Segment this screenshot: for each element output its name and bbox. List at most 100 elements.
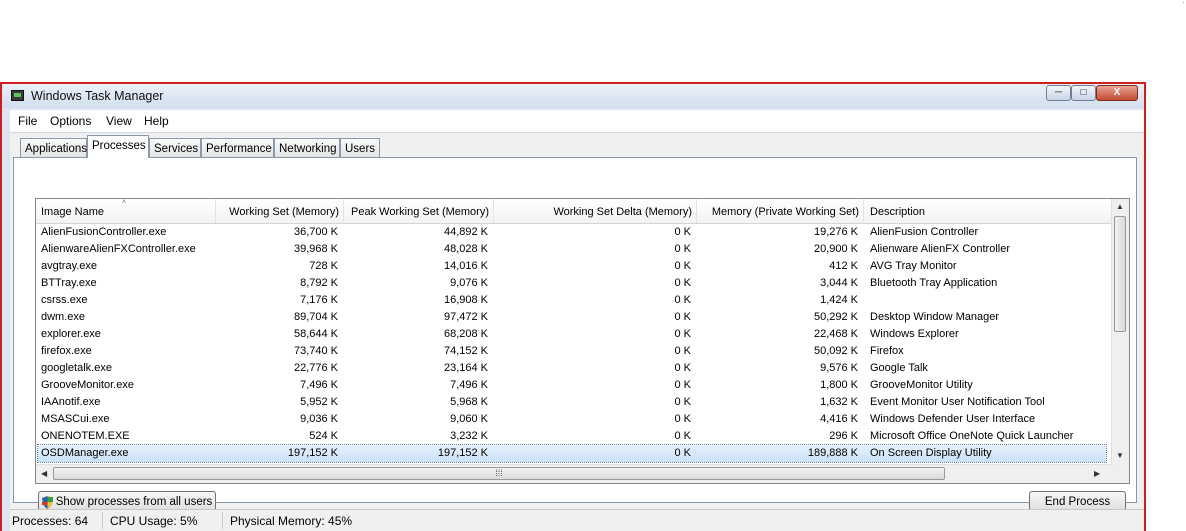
menu-view[interactable]: View xyxy=(106,114,132,128)
cell-private-working-set: 189,888 K xyxy=(807,447,858,459)
cell-private-working-set: 20,900 K xyxy=(813,243,858,255)
cell-working-set-delta: 0 K xyxy=(674,362,691,374)
cell-private-working-set: 1,424 K xyxy=(820,294,858,306)
maximize-button[interactable]: □ xyxy=(1071,85,1096,101)
cell-working-set: 8,792 K xyxy=(300,277,338,289)
cell-peak-working-set: 97,472 K xyxy=(443,311,488,323)
column-private-working-set[interactable]: Memory (Private Working Set) xyxy=(697,199,864,223)
task-manager-window: Windows Task Manager ─ □ X File Options … xyxy=(0,82,1146,531)
scroll-corner xyxy=(1112,465,1129,483)
cell-peak-working-set: 16,908 K xyxy=(443,294,488,306)
cell-private-working-set: 50,092 K xyxy=(813,345,858,357)
minimize-button[interactable]: ─ xyxy=(1046,85,1071,101)
process-row[interactable]: GrooveMonitor.exe 7,496 K 7,496 K 0 K 1,800 … xyxy=(36,377,1107,394)
tab-processes[interactable]: Processes xyxy=(87,135,149,158)
cell-working-set-delta: 0 K xyxy=(674,413,691,425)
window-controls: ─ □ X xyxy=(1046,85,1138,101)
cell-working-set-delta: 0 K xyxy=(674,243,691,255)
menu-help[interactable]: Help xyxy=(144,114,169,128)
cell-description: Microsoft Office OneNote Quick Launcher xyxy=(870,430,1074,442)
scroll-left-icon[interactable]: ◀ xyxy=(41,469,47,478)
cell-working-set: 7,496 K xyxy=(300,379,338,391)
process-row[interactable]: dwm.exe 89,704 K 97,472 K 0 K 50,292 K Deskto… xyxy=(36,309,1107,326)
tab-performance[interactable]: Performance xyxy=(201,138,274,157)
scroll-down-icon[interactable]: ▼ xyxy=(1116,451,1124,460)
cell-working-set: 36,700 K xyxy=(293,226,338,238)
horizontal-scrollbar[interactable]: ◀ ⁞⁞⁞ ▶ xyxy=(36,464,1113,483)
cell-working-set: 73,740 K xyxy=(293,345,338,357)
cell-working-set: 5,952 K xyxy=(300,396,338,408)
tab-services[interactable]: Services xyxy=(149,138,201,157)
process-row[interactable]: ONENOTEM.EXE 524 K 3,232 K 0 K 296 K Microsof… xyxy=(36,428,1107,445)
column-working-set[interactable]: Working Set (Memory) xyxy=(216,199,344,223)
cell-peak-working-set: 3,232 K xyxy=(450,430,488,442)
cell-image-name: MSASCui.exe xyxy=(41,413,110,425)
process-row[interactable]: MSASCui.exe 9,036 K 9,060 K 0 K 4,416 K Windo… xyxy=(36,411,1107,428)
vertical-scroll-thumb[interactable] xyxy=(1114,216,1126,332)
tab-networking[interactable]: Networking xyxy=(274,138,340,157)
cell-description: Windows Explorer xyxy=(870,328,959,340)
cell-description: Alienware AlienFX Controller xyxy=(870,243,1011,255)
process-row[interactable]: OSDManager.exe 197,152 K 197,152 K 0 K 189,8… xyxy=(37,444,1107,463)
column-image-name[interactable]: Image Name ˄ xyxy=(36,199,216,223)
column-working-set-delta[interactable]: Working Set Delta (Memory) xyxy=(494,199,697,223)
status-processes: Processes: 64 xyxy=(12,514,89,528)
menu-file[interactable]: File xyxy=(18,114,37,128)
cell-peak-working-set: 9,060 K xyxy=(450,413,488,425)
cell-description: Windows Defender User Interface xyxy=(870,413,1036,425)
vertical-scrollbar[interactable]: ▲ ▼ xyxy=(1111,199,1129,465)
cell-peak-working-set: 23,164 K xyxy=(443,362,488,374)
cell-peak-working-set: 44,892 K xyxy=(443,226,488,238)
cell-working-set-delta: 0 K xyxy=(674,430,691,442)
process-list[interactable]: Image Name ˄ Working Set (Memory) Peak W… xyxy=(35,198,1130,484)
cell-working-set-delta: 0 K xyxy=(674,260,691,272)
close-button[interactable]: X xyxy=(1096,85,1138,101)
process-row[interactable]: firefox.exe 73,740 K 74,152 K 0 K 50,092 K Fi… xyxy=(36,343,1107,360)
tab-users[interactable]: Users xyxy=(340,138,380,157)
cell-image-name: googletalk.exe xyxy=(41,362,112,374)
process-row[interactable]: csrss.exe 7,176 K 16,908 K 0 K 1,424 K xyxy=(36,292,1107,309)
cell-image-name: avgtray.exe xyxy=(41,260,98,272)
cell-private-working-set: 50,292 K xyxy=(813,311,858,323)
column-description[interactable]: Description xyxy=(864,199,1113,223)
cell-private-working-set: 1,800 K xyxy=(820,379,858,391)
process-row[interactable]: BTTray.exe 8,792 K 9,076 K 0 K 3,044 K Blueto… xyxy=(36,275,1107,292)
cell-private-working-set: 9,576 K xyxy=(820,362,858,374)
cell-image-name: explorer.exe xyxy=(41,328,101,340)
cell-peak-working-set: 14,016 K xyxy=(443,260,488,272)
cell-peak-working-set: 68,208 K xyxy=(443,328,488,340)
main-area: Applications Processes Services Performa… xyxy=(10,133,1144,531)
cell-working-set: 58,644 K xyxy=(293,328,338,340)
cell-image-name: IAAnotif.exe xyxy=(41,396,101,408)
cell-peak-working-set: 197,152 K xyxy=(437,447,488,459)
process-row[interactable]: IAAnotif.exe 5,952 K 5,968 K 0 K 1,632 K Even… xyxy=(36,394,1107,411)
cell-description: On Screen Display Utility xyxy=(870,447,992,459)
menu-bar: File Options View Help xyxy=(10,110,1144,133)
task-manager-icon xyxy=(11,90,24,101)
process-row[interactable]: explorer.exe 58,644 K 68,208 K 0 K 22,468 K W… xyxy=(36,326,1107,343)
title-bar[interactable]: Windows Task Manager ─ □ X xyxy=(2,84,1144,108)
cell-image-name: AlienFusionController.exe xyxy=(41,226,167,238)
scroll-right-icon[interactable]: ▶ xyxy=(1094,469,1100,478)
window-title: Windows Task Manager xyxy=(31,89,164,103)
status-cpu-usage: CPU Usage: 5% xyxy=(110,514,198,528)
tab-applications[interactable]: Applications xyxy=(20,138,87,157)
cell-description: GrooveMonitor Utility xyxy=(870,379,973,391)
cell-image-name: OSDManager.exe xyxy=(41,447,129,459)
scroll-up-icon[interactable]: ▲ xyxy=(1116,202,1124,211)
process-row[interactable]: AlienwareAlienFXController.exe 39,968 K 48… xyxy=(36,241,1107,258)
process-row[interactable]: AlienFusionController.exe 36,700 K 44,892 … xyxy=(36,224,1107,241)
status-divider xyxy=(102,512,103,529)
cell-working-set: 524 K xyxy=(309,430,338,442)
cell-working-set-delta: 0 K xyxy=(674,447,691,459)
process-row[interactable]: googletalk.exe 22,776 K 23,164 K 0 K 9,576 K… xyxy=(36,360,1107,377)
cell-private-working-set: 4,416 K xyxy=(820,413,858,425)
cell-private-working-set: 19,276 K xyxy=(813,226,858,238)
cell-peak-working-set: 9,076 K xyxy=(450,277,488,289)
column-peak-working-set[interactable]: Peak Working Set (Memory) xyxy=(344,199,494,223)
menu-options[interactable]: Options xyxy=(50,114,91,128)
horizontal-scroll-thumb[interactable]: ⁞⁞⁞ xyxy=(53,467,945,480)
process-row[interactable]: avgtray.exe 728 K 14,016 K 0 K 412 K AVG Tray… xyxy=(36,258,1107,275)
cell-peak-working-set: 74,152 K xyxy=(443,345,488,357)
cell-working-set-delta: 0 K xyxy=(674,226,691,238)
